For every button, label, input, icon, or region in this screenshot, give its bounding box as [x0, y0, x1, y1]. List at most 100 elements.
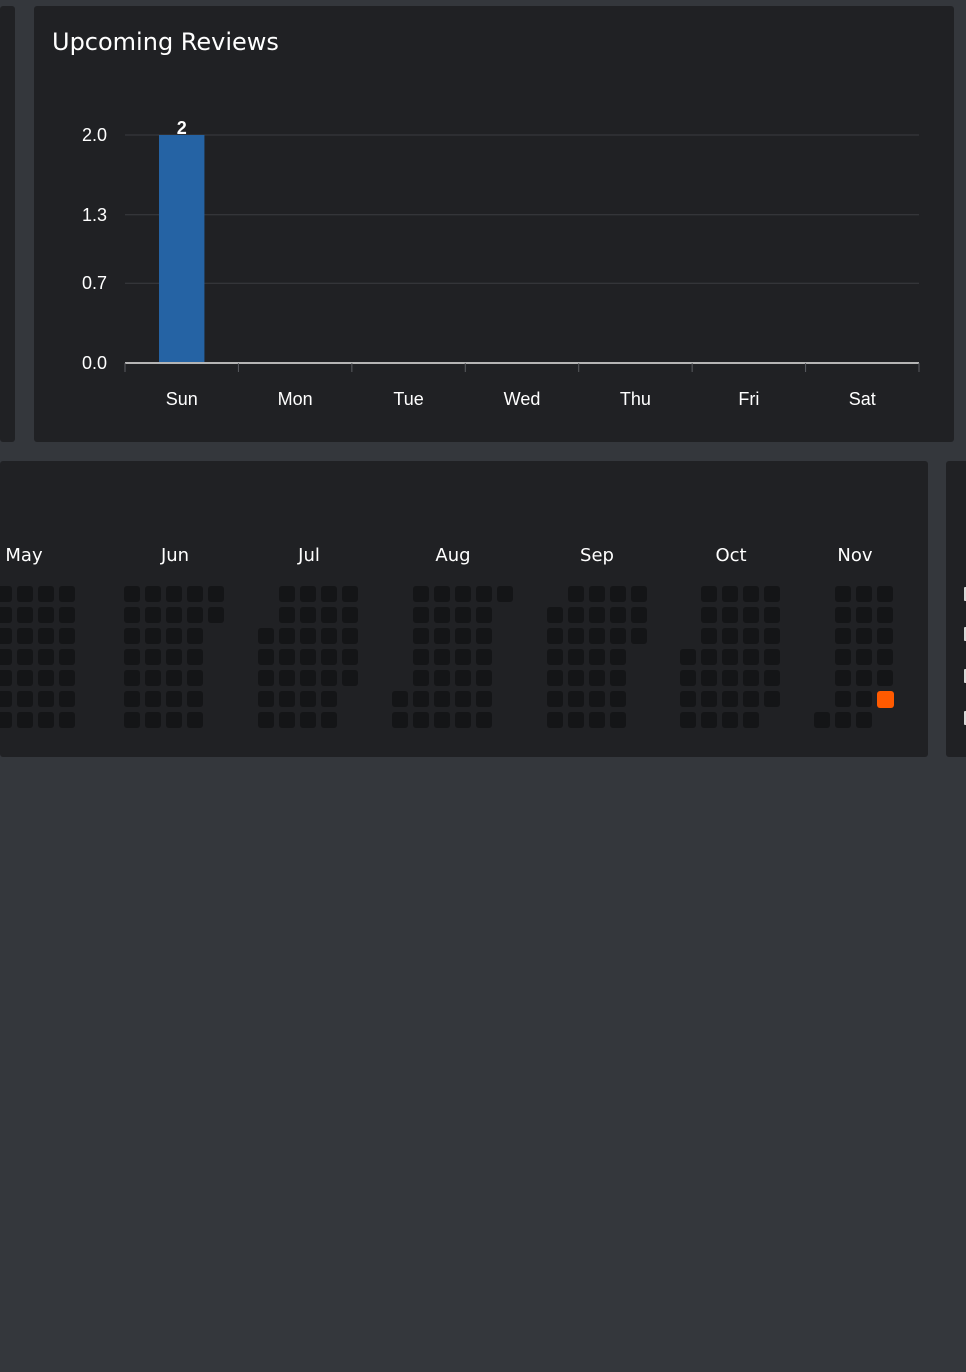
heatmap-day-cell	[300, 649, 316, 665]
heatmap-day-cell	[722, 628, 738, 644]
heatmap-day-cell	[38, 691, 54, 707]
heatmap-day-cell	[856, 691, 872, 707]
heatmap-day-cell	[279, 649, 295, 665]
heatmap-day-cell	[877, 607, 893, 623]
heatmap-day-cell	[856, 649, 872, 665]
heatmap-day-cell	[279, 670, 295, 686]
heatmap-day-cell	[187, 628, 203, 644]
review-heatmap: May Jun Jul Aug Sep Oct Nov	[0, 545, 894, 728]
heatmap-day-cell	[187, 691, 203, 707]
heatmap-day-cell	[434, 670, 450, 686]
heatmap-day-cell	[701, 607, 717, 623]
heatmap-day-cell	[589, 649, 605, 665]
month-label: Jul	[297, 545, 320, 566]
heatmap-day-cell	[300, 586, 316, 602]
heatmap-day-cell	[258, 649, 274, 665]
heatmap-day-cell	[434, 586, 450, 602]
heatmap-day-cell	[568, 712, 584, 728]
heatmap-day-cell	[547, 712, 563, 728]
heatmap-day-cell	[321, 649, 337, 665]
heatmap-day-cell	[17, 586, 33, 602]
heatmap-day-cell	[589, 712, 605, 728]
heatmap-day-cell	[722, 607, 738, 623]
heatmap-day-cell	[764, 670, 780, 686]
heatmap-day-cell	[124, 712, 140, 728]
heatmap-day-cell	[38, 712, 54, 728]
heatmap-day-cell	[413, 691, 429, 707]
heatmap-day-cell	[631, 607, 647, 623]
heatmap-day-cell	[547, 607, 563, 623]
heatmap-day-cell	[701, 628, 717, 644]
heatmap-day-cell	[166, 712, 182, 728]
heatmap-day-cell	[856, 670, 872, 686]
heatmap-day-cell	[877, 586, 893, 602]
heatmap-day-cell	[38, 607, 54, 623]
heatmap-day-cell	[764, 691, 780, 707]
heatmap-day-cell	[455, 649, 471, 665]
heatmap-day-cell	[145, 586, 161, 602]
heatmap-day-cell	[631, 586, 647, 602]
heatmap-day-cell	[476, 649, 492, 665]
heatmap-day-cell	[392, 712, 408, 728]
heatmap-day-cell	[455, 628, 471, 644]
heatmap-day-cell	[17, 691, 33, 707]
heatmap-day-cell	[166, 691, 182, 707]
heatmap-day-cell	[38, 649, 54, 665]
heatmap-day-cell	[279, 586, 295, 602]
heatmap-day-cell	[145, 607, 161, 623]
heatmap-day-cell	[835, 628, 851, 644]
heatmap-day-cell	[208, 586, 224, 602]
heatmap-day-cell	[610, 712, 626, 728]
heatmap-day-cell	[835, 607, 851, 623]
heatmap-day-cell	[392, 691, 408, 707]
x-tick-label: Sun	[166, 389, 198, 409]
heatmap-day-cell	[187, 712, 203, 728]
heatmap-day-cell	[342, 607, 358, 623]
heatmap-day-cell	[835, 670, 851, 686]
heatmap-day-cell	[764, 649, 780, 665]
heatmap-day-cell	[434, 607, 450, 623]
heatmap-day-cell	[455, 691, 471, 707]
y-tick-label: 2.0	[82, 125, 107, 145]
heatmap-day-cell	[589, 586, 605, 602]
heatmap-day-cell	[589, 607, 605, 623]
heatmap-day-cell	[38, 628, 54, 644]
x-tick-label: Wed	[504, 389, 541, 409]
heatmap-day-cell	[497, 586, 513, 602]
heatmap-day-cell	[17, 670, 33, 686]
heatmap-day-cell	[610, 607, 626, 623]
heatmap-day-cell	[300, 607, 316, 623]
heatmap-day-cell	[0, 607, 12, 623]
heatmap-day-cell	[208, 607, 224, 623]
heatmap-day-cell	[589, 670, 605, 686]
heatmap-day-cell	[877, 628, 893, 644]
review-heatmap-panel: May Jun Jul Aug Sep Oct Nov	[0, 461, 928, 757]
right-panel-edge	[946, 461, 966, 757]
heatmap-day-cell	[321, 691, 337, 707]
heatmap-day-cell	[455, 586, 471, 602]
heatmap-day-cell	[258, 691, 274, 707]
heatmap-day-cell	[145, 628, 161, 644]
heatmap-day-cell	[0, 649, 12, 665]
y-tick-label: 1.3	[82, 205, 107, 225]
heatmap-day-cell	[568, 628, 584, 644]
heatmap-day-cell	[166, 607, 182, 623]
upcoming-reviews-chart: 0.0 0.7 1.3 2.0 2 Sun Mon Tue Wed Thu Fri Sat	[82, 118, 920, 409]
heatmap-day-cell	[59, 607, 75, 623]
heatmap-day-cell	[124, 670, 140, 686]
heatmap-day-cell	[124, 628, 140, 644]
heatmap-day-cell	[610, 691, 626, 707]
heatmap-day-cell	[166, 670, 182, 686]
heatmap-day-cell	[701, 586, 717, 602]
heatmap-day-cell	[547, 649, 563, 665]
heatmap-day-cell	[701, 691, 717, 707]
heatmap-day-cell	[743, 670, 759, 686]
y-tick-label: 0.0	[82, 353, 107, 373]
heatmap-day-cell	[342, 628, 358, 644]
heatmap-day-cell	[59, 670, 75, 686]
heatmap-day-cell	[722, 691, 738, 707]
heatmap-day-cell	[701, 670, 717, 686]
heatmap-day-cell	[722, 586, 738, 602]
heatmap-day-cell	[680, 649, 696, 665]
heatmap-day-cell	[258, 670, 274, 686]
